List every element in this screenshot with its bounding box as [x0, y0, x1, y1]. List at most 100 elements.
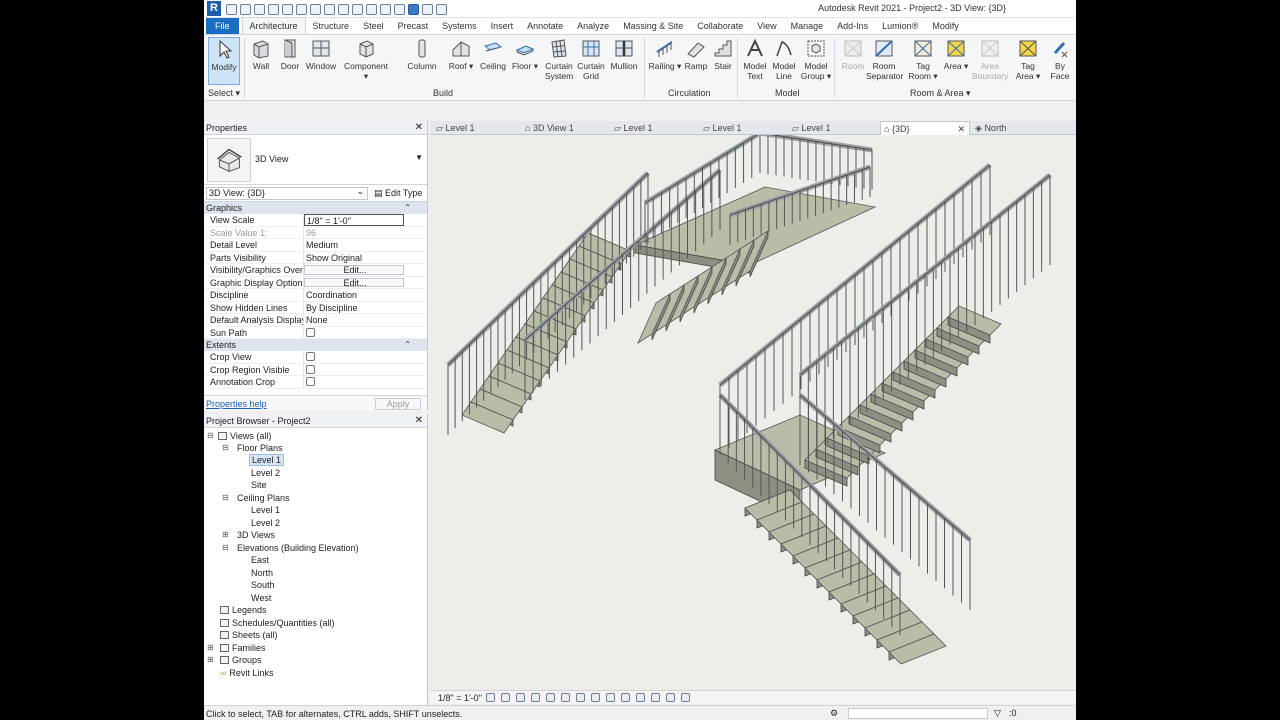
analytical-model-icon[interactable]: [681, 693, 690, 702]
collapse-toggle-icon[interactable]: ⊟: [222, 443, 229, 452]
customize-qat-icon[interactable]: [436, 3, 447, 15]
drawing-canvas[interactable]: [430, 135, 1076, 690]
redo-icon[interactable]: [282, 3, 293, 15]
column-button[interactable]: Column: [404, 37, 440, 85]
measure-icon[interactable]: [310, 3, 321, 15]
save-icon[interactable]: [240, 3, 251, 15]
close-icon[interactable]: ✕: [415, 414, 423, 428]
floor-button[interactable]: Floor ▾: [509, 37, 541, 85]
tab-collaborate[interactable]: Collaborate: [690, 18, 750, 34]
view-tab-level-1-b[interactable]: ▱ Level 1: [614, 121, 700, 135]
tree-schedules[interactable]: Schedules/Quantities (all): [220, 617, 335, 629]
model-line-button[interactable]: Model Line: [769, 37, 799, 85]
detail-level-icon[interactable]: [486, 693, 495, 702]
edit-button[interactable]: Edit...: [304, 277, 404, 287]
lock-view-icon[interactable]: [591, 693, 600, 702]
tree-floor-level-1[interactable]: Level 1: [249, 454, 285, 466]
prop-crop-region-visible[interactable]: Crop Region Visible: [204, 363, 427, 376]
room-separator-button[interactable]: Room Separator: [866, 37, 903, 85]
switch-windows-icon[interactable]: [422, 3, 433, 15]
group-graphics[interactable]: Graphics ⌃: [204, 202, 427, 214]
group-extents[interactable]: Extents ⌃: [204, 339, 427, 351]
reveal-constraints-icon[interactable]: [666, 693, 675, 702]
tab-architecture[interactable]: Architecture: [241, 17, 306, 34]
view-scale-selector[interactable]: 1/8" = 1'-0": [438, 693, 482, 703]
properties-help-link[interactable]: Properties help: [206, 399, 267, 409]
component-button[interactable]: Component ▾: [344, 37, 388, 85]
close-icon[interactable]: ✕: [957, 122, 965, 136]
tab-systems[interactable]: Systems: [435, 18, 484, 34]
tree-east[interactable]: East: [251, 554, 269, 566]
undo-icon[interactable]: [268, 3, 279, 15]
tree-ceiling-level-2[interactable]: Level 2: [251, 517, 280, 529]
tree-families[interactable]: Families: [220, 642, 266, 654]
door-button[interactable]: Door: [274, 37, 306, 85]
crop-view-icon[interactable]: [561, 693, 570, 702]
crop-view-checkbox[interactable]: [306, 352, 315, 361]
tree-site[interactable]: Site: [251, 479, 267, 491]
tab-annotate[interactable]: Annotate: [520, 18, 570, 34]
modify-button[interactable]: Modify: [208, 37, 240, 85]
instance-selector[interactable]: 3D View: {3D}: [206, 186, 368, 200]
prop-discipline[interactable]: Discipline Coordination: [204, 289, 427, 302]
view-tab-level-1[interactable]: ▱ Level 1: [436, 121, 522, 135]
sync-icon[interactable]: [254, 3, 265, 15]
railing-button[interactable]: Railing ▾: [648, 37, 682, 85]
roof-button[interactable]: Roof ▾: [445, 37, 477, 85]
view-tab-north[interactable]: ◈ North: [975, 121, 1061, 135]
worksharing-icon[interactable]: [636, 693, 645, 702]
default-3d-view-icon[interactable]: [366, 3, 377, 15]
tab-insert[interactable]: Insert: [484, 18, 521, 34]
expand-toggle-icon[interactable]: ⊞: [222, 530, 229, 539]
model-group-button[interactable]: Model Group ▾: [800, 37, 832, 85]
sun-path-checkbox[interactable]: [306, 327, 315, 337]
collapse-toggle-icon[interactable]: ⊟: [222, 543, 229, 552]
tree-legends[interactable]: Legends: [220, 604, 267, 616]
prop-default-analysis[interactable]: Default Analysis Display... None: [204, 314, 427, 327]
view-tab-3d-active[interactable]: ⌂ {3D} ✕: [880, 121, 970, 135]
curtain-system-button[interactable]: Curtain System: [542, 37, 576, 85]
tree-sheets[interactable]: Sheets (all): [220, 629, 278, 641]
tab-steel[interactable]: Steel: [356, 18, 391, 34]
tab-add-ins[interactable]: Add-Ins: [830, 18, 875, 34]
tab-lumion[interactable]: Lumion®: [875, 18, 925, 34]
tag-room-button[interactable]: Tag Room ▾: [907, 37, 939, 85]
prop-graphic-display[interactable]: Graphic Display Options Edit...: [204, 276, 427, 289]
type-selector[interactable]: 3D View ▼: [204, 135, 427, 185]
tree-groups[interactable]: Groups: [220, 654, 262, 666]
annotation-crop-checkbox[interactable]: [306, 377, 315, 386]
collapse-toggle-icon[interactable]: ⊟: [222, 493, 229, 502]
prop-parts-visibility[interactable]: Parts Visibility Show Original: [204, 251, 427, 264]
prop-show-hidden-lines[interactable]: Show Hidden Lines By Discipline: [204, 301, 427, 314]
shadows-icon[interactable]: [531, 693, 540, 702]
filter-icon[interactable]: ▽: [994, 708, 1001, 719]
highlight-displacement-icon[interactable]: [651, 693, 660, 702]
reveal-hidden-icon[interactable]: [621, 693, 630, 702]
revit-logo[interactable]: R: [207, 1, 221, 16]
view-tab-level-1-c[interactable]: ▱ Level 1: [703, 121, 789, 135]
worksets-icon[interactable]: ⚙: [830, 708, 838, 719]
prop-annotation-crop[interactable]: Annotation Crop: [204, 376, 427, 389]
ceiling-button[interactable]: Ceiling: [477, 37, 509, 85]
prop-crop-view[interactable]: Crop View: [204, 351, 427, 364]
view-tab-3d-view-1[interactable]: ⌂ 3D View 1: [525, 121, 611, 135]
visual-style-icon[interactable]: [501, 693, 510, 702]
tab-modify[interactable]: Modify: [925, 18, 966, 34]
print-icon[interactable]: [296, 3, 307, 15]
by-face-button[interactable]: By Face: [1046, 37, 1074, 85]
close-hidden-windows-icon[interactable]: [408, 3, 419, 15]
model-text-button[interactable]: Model Text: [740, 37, 770, 85]
prop-detail-level[interactable]: Detail Level Medium: [204, 239, 427, 252]
room-button[interactable]: Room: [837, 37, 869, 85]
prop-sun-path[interactable]: Sun Path: [204, 326, 427, 339]
area-boundary-button[interactable]: Area Boundary: [972, 37, 1008, 85]
tab-massing-site[interactable]: Massing & Site: [616, 18, 690, 34]
sun-path-icon[interactable]: [516, 693, 525, 702]
mullion-button[interactable]: Mullion: [607, 37, 641, 85]
expand-toggle-icon[interactable]: ⊞: [207, 655, 214, 664]
collapse-toggle-icon[interactable]: ⊟: [207, 431, 214, 440]
tab-manage[interactable]: Manage: [784, 18, 831, 34]
tree-revit-links[interactable]: ∞ Revit Links: [220, 667, 273, 679]
tree-3d-views[interactable]: 3D Views: [237, 529, 275, 541]
tree-north[interactable]: North: [251, 567, 273, 579]
